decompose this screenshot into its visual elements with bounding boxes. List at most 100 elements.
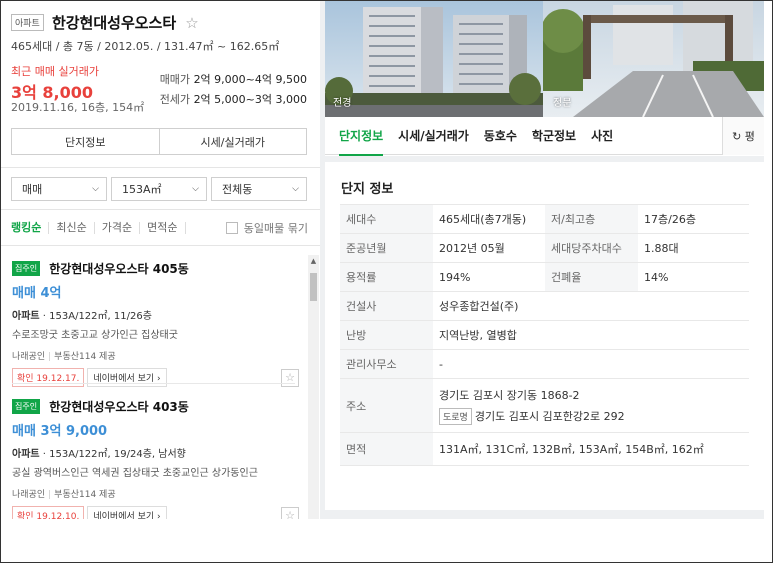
checkbox[interactable] — [225, 222, 238, 234]
management-office-label: 관리사무소 — [340, 349, 433, 379]
favorite-star-icon[interactable]: ☆ — [185, 14, 198, 32]
scroll-thumb[interactable] — [310, 273, 317, 301]
households-label: 세대수 — [340, 204, 433, 234]
apartment-photo-image — [325, 1, 543, 117]
view-on-naver-link[interactable]: 네이버에서 보기 › — [87, 368, 167, 387]
detail-panel: 전경 정문 단지정보 시세/실거래가 동호수 학군정보 사진 ↻ 평 단지 정보… — [325, 1, 764, 519]
list-divider — [12, 383, 295, 384]
floor-area-ratio-value: 194% — [433, 262, 545, 292]
listing-spec-detail: · 153A/122㎡, 19/24층, 남서향 — [39, 449, 186, 460]
jeonse-price-range: 전세가 2억 5,000~3억 3,000 — [160, 91, 307, 107]
table-row: 용적률 194% 건폐율 14% — [340, 262, 749, 292]
address-value: 경기도 김포시 장기동 1868-2 도로명 경기도 김포시 김포한강2로 292 — [433, 378, 749, 433]
tab-complex-info[interactable]: 단지정보 — [339, 117, 384, 156]
complex-tab-buttons: 단지정보 시세/실거래가 — [11, 128, 307, 155]
verified-date-badge: 확인 19.12.10. — [12, 506, 85, 519]
road-address: 경기도 김포시 김포한강2로 292 — [474, 409, 625, 423]
sort-area[interactable]: 면적순 — [147, 222, 186, 234]
listing-title: 한강현대성우오스타 403동 — [49, 400, 189, 414]
table-row: 건설사 성우종합건설(주) — [340, 291, 749, 321]
builder-label: 건설사 — [340, 291, 433, 321]
divider — [1, 209, 320, 210]
area-value: 131A㎡, 131C㎡, 132B㎡, 153A㎡, 154B㎡, 162㎡ — [433, 432, 749, 466]
sale-price-value: 2억 9,000~4억 9,500 — [193, 73, 307, 86]
photo-main-gate[interactable]: 정문 — [543, 1, 764, 117]
detail-scrollbar[interactable] — [764, 1, 772, 519]
trade-type-value: 매매 — [22, 183, 43, 196]
built-date-label: 준공년월 — [340, 233, 433, 263]
floors-value: 17층/26층 — [638, 204, 749, 234]
table-row: 준공년월 2012년 05월 세대당주차대수 1.88대 — [340, 233, 749, 263]
tab-complex-info[interactable]: 단지정보 — [12, 129, 159, 154]
property-type-badge: 아파트 — [11, 14, 44, 31]
complex-photos: 전경 정문 — [325, 1, 764, 117]
list-item[interactable]: 집주인 한강현대성우오스타 405동 매매 4억 아파트 · 153A/122㎡… — [12, 258, 299, 387]
listing-scrollbar[interactable]: ▲ — [308, 255, 319, 519]
table-row: 관리사무소 - — [340, 349, 749, 379]
refresh-button[interactable]: ↻ 평 — [722, 117, 764, 155]
tab-price-history[interactable]: 시세/실거래가 — [398, 117, 469, 155]
jeonse-price-value: 2억 5,000~3억 3,000 — [193, 93, 307, 106]
built-date-value: 2012년 05월 — [433, 233, 545, 263]
owner-badge: 집주인 — [12, 399, 41, 414]
tab-price-history[interactable]: 시세/실거래가 — [158, 129, 307, 154]
separator: | — [48, 352, 52, 362]
area-label: 면적 — [340, 432, 433, 466]
chevron-down-icon: ⌵ — [192, 184, 199, 194]
households-value: 465세대(총7개동) — [433, 204, 545, 234]
sort-ranking[interactable]: 랭킹순 — [11, 222, 50, 234]
parking-value: 1.88대 — [638, 233, 749, 263]
detail-tabs: 단지정보 시세/실거래가 동호수 학군정보 사진 ↻ 평 — [325, 117, 764, 156]
complex-info-table: 세대수 465세대(총7개동) 저/최고층 17층/26층 준공년월 2012년… — [340, 204, 749, 466]
section-gap — [325, 510, 764, 519]
table-row: 면적 131A㎡, 131C㎡, 132B㎡, 153A㎡, 154B㎡, 16… — [340, 432, 749, 466]
photo-front-view[interactable]: 전경 — [325, 1, 543, 117]
sort-price[interactable]: 가격순 — [102, 222, 141, 234]
agent-name: 나래공인 — [12, 490, 46, 500]
group-same-listing-toggle[interactable]: 동일매물 묶기 — [225, 220, 308, 236]
lot-address: 경기도 김포시 장기동 1868-2 — [439, 388, 580, 402]
favorite-star-icon[interactable]: ☆ — [281, 506, 299, 519]
list-item[interactable]: 집주인 한강현대성우오스타 403동 매매 3억 9,000 아파트 · 153… — [12, 396, 299, 519]
listing-spec-detail: · 153A/122㎡, 11/26층 — [39, 311, 152, 322]
listing-agent: 나래공인 | 부동산114 제공 — [12, 487, 299, 500]
scroll-up-arrow-icon[interactable]: ▲ — [308, 255, 319, 267]
listing-filters: 매매 ⌵ 153A㎡ ⌵ 전체동 ⌵ — [11, 177, 307, 201]
sale-price-label: 매매가 — [159, 73, 191, 86]
tab-dong-ho[interactable]: 동호수 — [484, 117, 517, 155]
sort-bar: 랭킹순 최신순 가격순 면적순 동일매물 묶기 — [11, 220, 308, 236]
listing-list: 집주인 한강현대성우오스타 405동 매매 4억 아파트 · 153A/122㎡… — [2, 246, 308, 519]
recent-sale-label: 최근 매매 실거래가 — [11, 65, 99, 78]
trade-type-select[interactable]: 매매 ⌵ — [11, 177, 107, 201]
listing-title: 한강현대성우오스타 405동 — [49, 262, 189, 276]
table-row: 세대수 465세대(총7개동) 저/최고층 17층/26층 — [340, 204, 749, 234]
building-coverage-label: 건폐율 — [545, 262, 638, 292]
listing-footer: 확인 19.12.10. 네이버에서 보기 › ☆ — [12, 506, 299, 519]
heating-label: 난방 — [340, 320, 433, 350]
complex-title: 한강현대성우오스타 — [51, 14, 177, 32]
complex-panel: 아파트 한강현대성우오스타 ☆ 465세대 / 총 7동 / 2012.05. … — [1, 1, 320, 519]
divider — [1, 167, 320, 168]
tab-school-info[interactable]: 학군정보 — [532, 117, 576, 155]
tab-photos[interactable]: 사진 — [591, 117, 613, 155]
separator: | — [48, 490, 52, 500]
view-on-naver-link[interactable]: 네이버에서 보기 › — [87, 506, 167, 519]
area-select[interactable]: 153A㎡ ⌵ — [111, 177, 207, 201]
sort-latest[interactable]: 최신순 — [56, 222, 95, 234]
listing-spec: 아파트 · 153A/122㎡, 11/26층 — [12, 307, 299, 322]
listing-footer: 확인 19.12.17. 네이버에서 보기 › ☆ — [12, 368, 299, 387]
table-row: 주소 경기도 김포시 장기동 1868-2 도로명 경기도 김포시 김포한강2로 … — [340, 378, 749, 433]
listing-price: 매매 3억 9,000 — [12, 424, 108, 439]
listing-description: 수로조망굿 초중고교 상가인근 집상태굿 — [12, 330, 178, 341]
section-title: 단지 정보 — [341, 182, 394, 197]
jeonse-price-label: 전세가 — [159, 93, 191, 106]
heating-value: 지역난방, 열병합 — [433, 320, 749, 350]
complex-header: 아파트 한강현대성우오스타 ☆ — [11, 12, 310, 33]
listing-agent: 나래공인 | 부동산114 제공 — [12, 349, 299, 362]
sale-price-range: 매매가 2억 9,000~4억 9,500 — [160, 71, 307, 87]
area-value: 153A㎡ — [122, 183, 162, 196]
listing-price: 매매 4억 — [12, 286, 62, 301]
management-office-value: - — [433, 349, 749, 379]
group-same-listing-label: 동일매물 묶기 — [243, 222, 308, 235]
dong-select[interactable]: 전체동 ⌵ — [211, 177, 307, 201]
